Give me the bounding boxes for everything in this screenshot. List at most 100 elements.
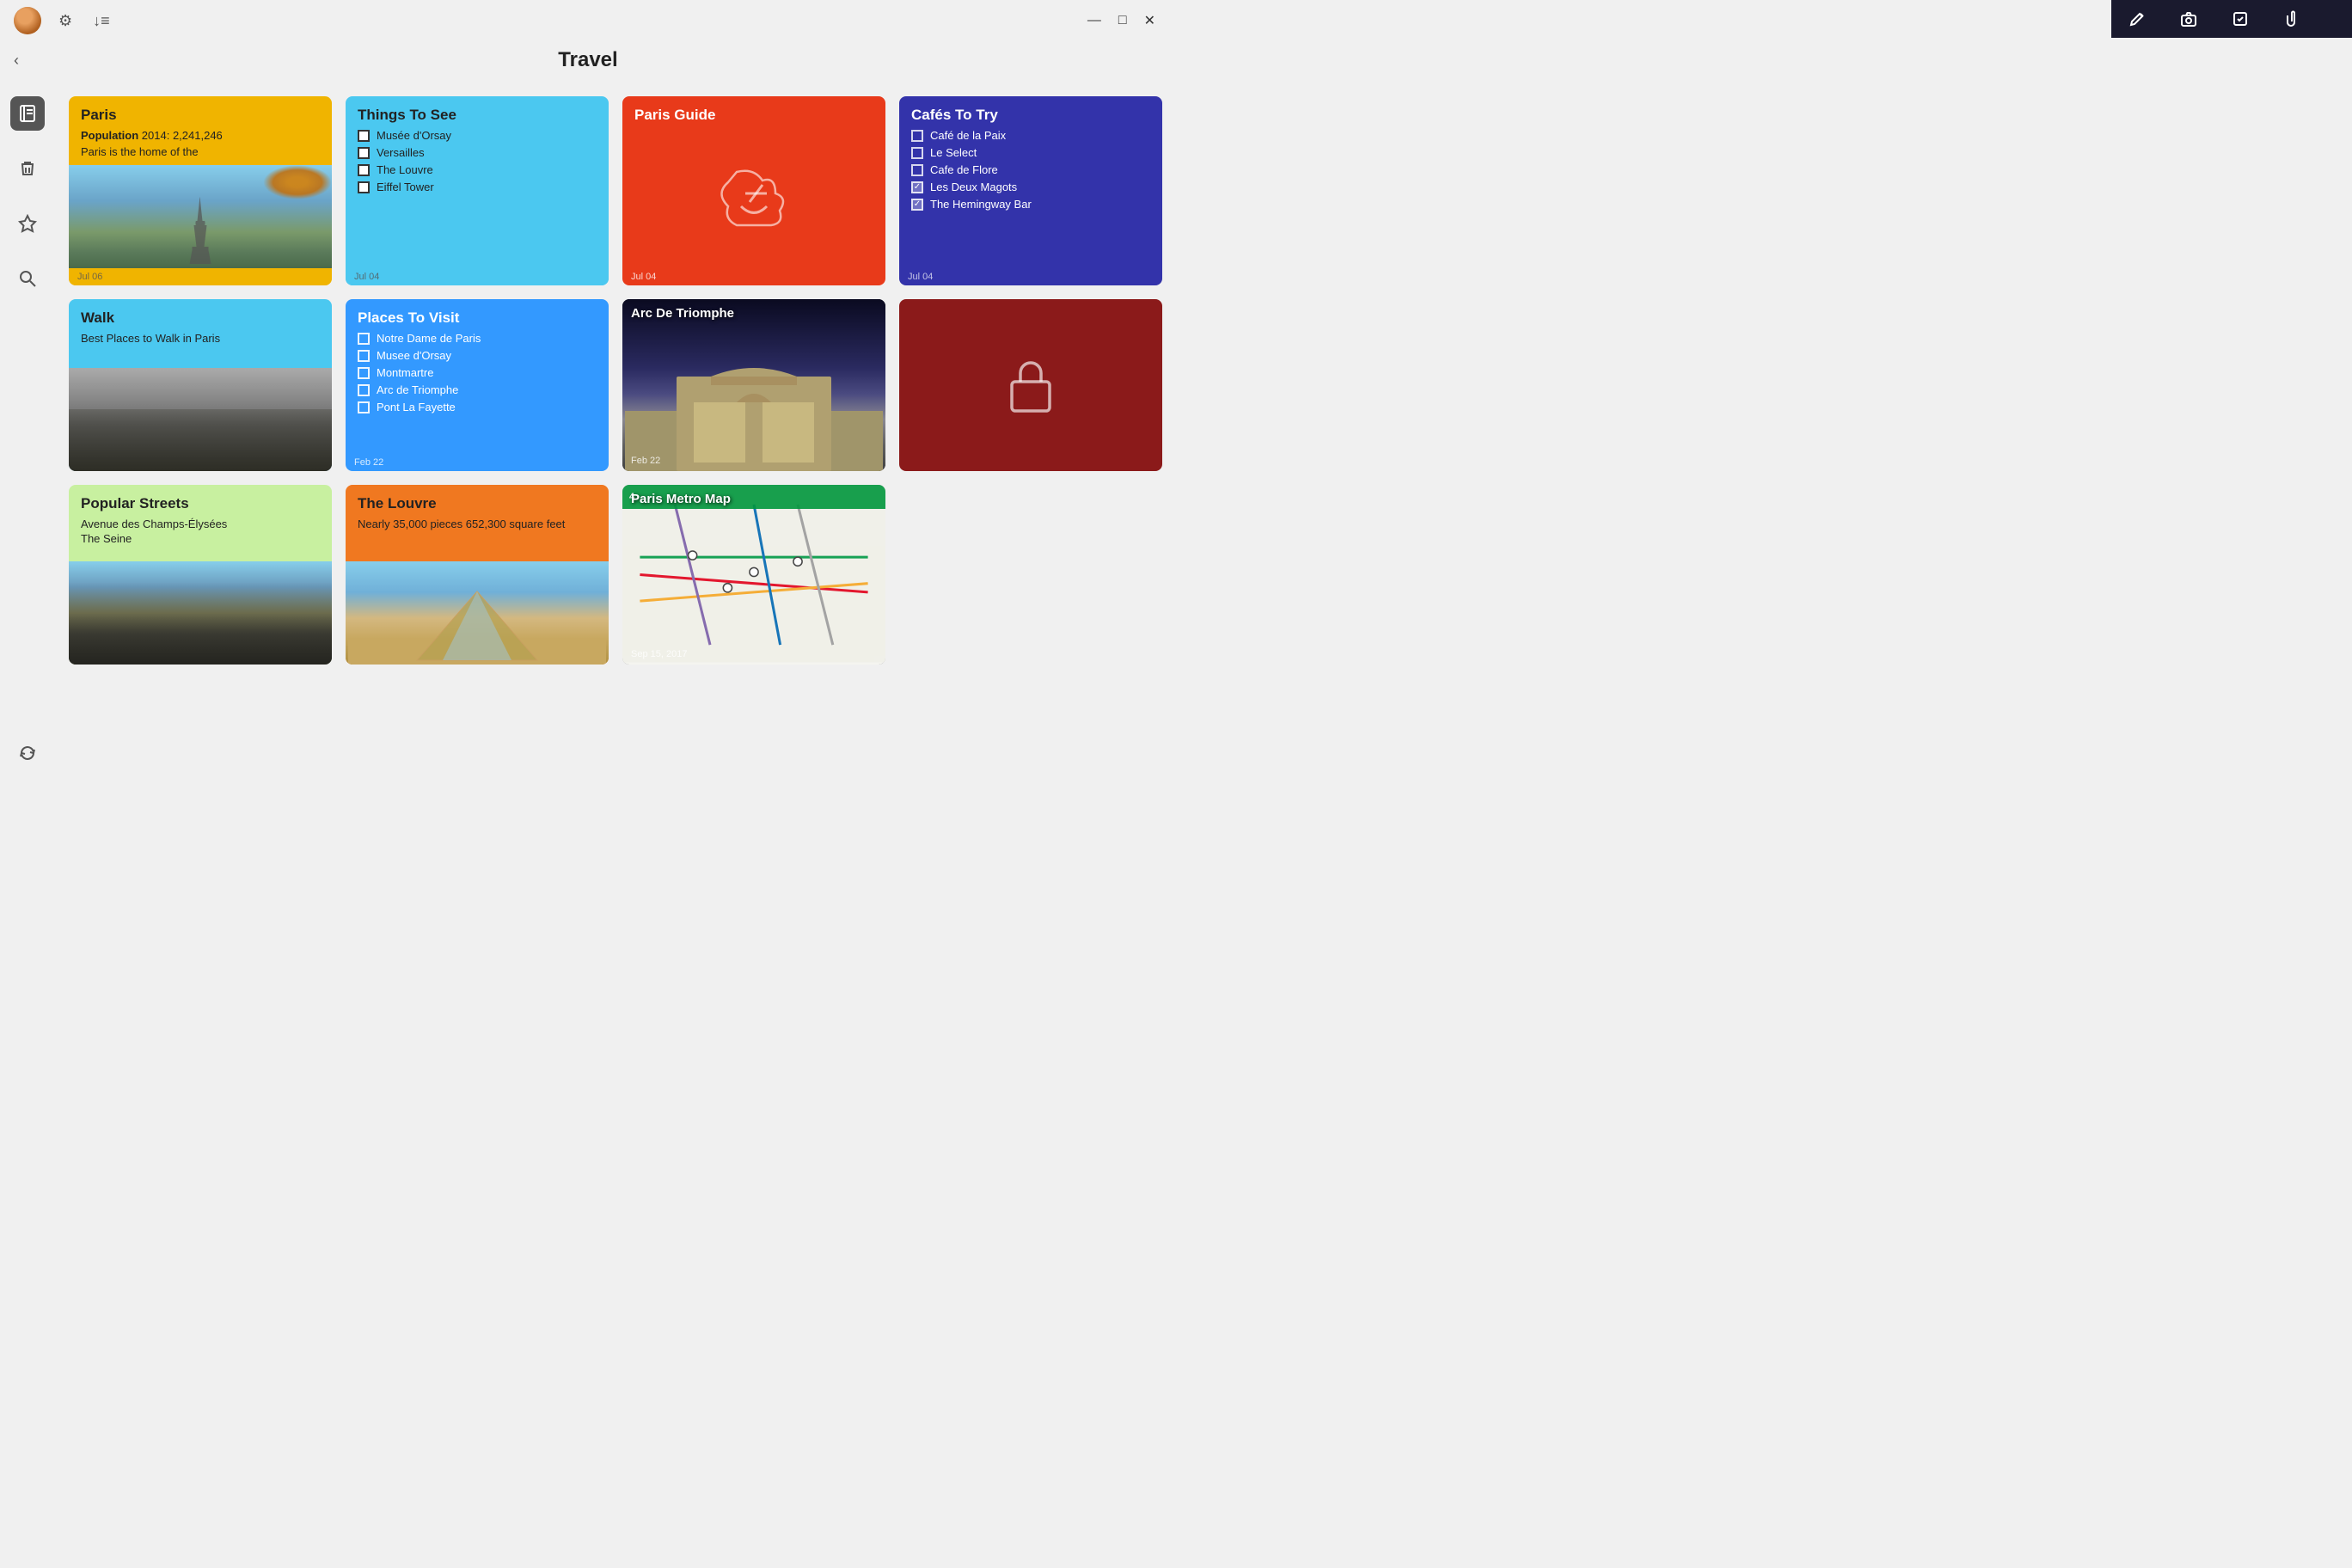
checkbox-1[interactable]	[358, 130, 370, 142]
lock-icon	[1005, 354, 1057, 416]
sidebar-notebook-button[interactable]	[10, 96, 45, 131]
back-button[interactable]: ‹	[14, 52, 19, 70]
cafes-card[interactable]: Cafés To Try Café de la Paix Le Select C…	[899, 96, 1162, 285]
place-label-3: Montmartre	[377, 366, 433, 379]
cafe-checkbox-4[interactable]: ✓	[911, 181, 923, 193]
edit-action-button[interactable]	[2111, 0, 2163, 38]
streets-item-1: Avenue des Champs-Élysées	[81, 518, 320, 530]
walk-description: Best Places to Walk in Paris	[81, 332, 320, 345]
place-checkbox-1[interactable]	[358, 333, 370, 345]
checkbox-2[interactable]	[358, 147, 370, 159]
checklist-action-button[interactable]	[2214, 0, 2266, 38]
check-label-2: Versailles	[377, 146, 425, 159]
arc-card-date: Feb 22	[631, 456, 660, 466]
paris-card-image	[69, 165, 332, 268]
settings-button[interactable]: ⚙	[55, 9, 76, 34]
paris-card[interactable]: Paris Population 2014: 2,241,246 Paris i…	[69, 96, 332, 285]
louvre-card-header: The Louvre Nearly 35,000 pieces 652,300 …	[346, 485, 609, 561]
top-bar-left: ⚙ ↓≡	[14, 7, 113, 34]
louvre-card[interactable]: The Louvre Nearly 35,000 pieces 652,300 …	[346, 485, 609, 665]
paris-photo	[69, 165, 332, 268]
louvre-pyramid-icon	[346, 587, 609, 665]
place-check-5: Pont La Fayette	[358, 401, 597, 413]
checkbox-4[interactable]	[358, 181, 370, 193]
streets-card-image	[69, 561, 332, 665]
guide-card-title: Paris Guide	[634, 107, 873, 124]
things-to-see-card[interactable]: Things To See Musée d'Orsay Versailles T…	[346, 96, 609, 285]
place-check-3: Montmartre	[358, 366, 597, 379]
checkbox-3[interactable]	[358, 164, 370, 176]
place-label-1: Notre Dame de Paris	[377, 332, 481, 345]
place-checkbox-2[interactable]	[358, 350, 370, 362]
streets-item-2: The Seine	[81, 532, 320, 545]
paris-guide-card[interactable]: Paris Guide Jul 04	[622, 96, 885, 285]
paris-description: Paris is the home of the	[81, 145, 320, 158]
popular-streets-card[interactable]: Popular Streets Avenue des Champs-Élysée…	[69, 485, 332, 665]
avatar[interactable]	[14, 7, 41, 34]
check-label-1: Musée d'Orsay	[377, 129, 451, 142]
sidebar	[0, 83, 55, 784]
cafes-spacer	[899, 222, 1162, 268]
minimize-button[interactable]: —	[1081, 9, 1108, 32]
things-card-title: Things To See	[358, 107, 597, 124]
camera-action-button[interactable]	[2163, 0, 2214, 38]
check-label-3: The Louvre	[377, 163, 433, 176]
cafe-check-2: Le Select	[911, 146, 1150, 159]
walk-card[interactable]: Walk Best Places to Walk in Paris	[69, 299, 332, 471]
cafes-checklist: Café de la Paix Le Select Cafe de Flore …	[911, 129, 1150, 211]
cafe-check-3: Cafe de Flore	[911, 163, 1150, 176]
maximize-button[interactable]: □	[1112, 9, 1134, 32]
places-card[interactable]: Places To Visit Notre Dame de Paris Muse…	[346, 299, 609, 471]
walk-card-image	[69, 368, 332, 471]
cafe-checkbox-3[interactable]	[911, 164, 923, 176]
eiffel-tower-icon	[186, 195, 216, 264]
louvre-photo	[346, 561, 609, 665]
place-checkbox-3[interactable]	[358, 367, 370, 379]
paris-population-label: Population	[81, 129, 138, 142]
pdf-icon-area	[622, 136, 885, 268]
sidebar-star-button[interactable]	[10, 206, 45, 241]
metro-card-title: Paris Metro Map	[631, 492, 731, 506]
metro-card[interactable]: Paris Metro Map	[622, 485, 885, 665]
cafe-label-2: Le Select	[930, 146, 977, 159]
sidebar-sync-button[interactable]	[10, 736, 45, 770]
cafes-card-title: Cafés To Try	[911, 107, 1150, 124]
places-spacer	[346, 425, 609, 454]
check-label-4: Eiffel Tower	[377, 181, 434, 193]
avatar-image	[14, 7, 41, 34]
cafe-label-5: The Hemingway Bar	[930, 198, 1032, 211]
arc-card[interactable]: Arc De Triomphe Feb 22	[622, 299, 885, 471]
place-check-2: Musee d'Orsay	[358, 349, 597, 362]
paris-population: Population 2014: 2,241,246	[81, 129, 320, 142]
check-item-4: Eiffel Tower	[358, 181, 597, 193]
places-card-header: Places To Visit Notre Dame de Paris Muse…	[346, 299, 609, 425]
check-item-2: Versailles	[358, 146, 597, 159]
walk-card-title: Walk	[81, 309, 320, 327]
sidebar-trash-button[interactable]	[10, 151, 45, 186]
streets-card-title: Popular Streets	[81, 495, 320, 512]
metro-map-icon	[622, 485, 885, 665]
sort-button[interactable]: ↓≡	[89, 9, 113, 34]
things-card-header: Things To See Musée d'Orsay Versailles T…	[346, 96, 609, 205]
action-bar	[2111, 0, 2352, 38]
cafe-checkbox-1[interactable]	[911, 130, 923, 142]
cafe-checkbox-2[interactable]	[911, 147, 923, 159]
cards-grid: Paris Population 2014: 2,241,246 Paris i…	[69, 96, 1162, 665]
paris-card-date: Jul 06	[69, 268, 332, 285]
louvre-card-title: The Louvre	[358, 495, 597, 512]
sidebar-search-button[interactable]	[10, 261, 45, 296]
guide-card-date: Jul 04	[622, 268, 885, 285]
locked-card[interactable]	[899, 299, 1162, 471]
place-check-1: Notre Dame de Paris	[358, 332, 597, 345]
attach-action-button[interactable]	[2266, 0, 2318, 38]
place-checkbox-4[interactable]	[358, 384, 370, 396]
place-checkbox-5[interactable]	[358, 401, 370, 413]
cafes-card-date: Jul 04	[899, 268, 1162, 285]
title-bar: ‹ Travel	[0, 41, 1176, 79]
close-button[interactable]: ✕	[1137, 9, 1162, 33]
arc-photo: Arc De Triomphe Feb 22	[622, 299, 885, 471]
cafes-card-header: Cafés To Try Café de la Paix Le Select C…	[899, 96, 1162, 222]
check-item-3: The Louvre	[358, 163, 597, 176]
louvre-card-image	[346, 561, 609, 665]
cafe-checkbox-5[interactable]: ✓	[911, 199, 923, 211]
